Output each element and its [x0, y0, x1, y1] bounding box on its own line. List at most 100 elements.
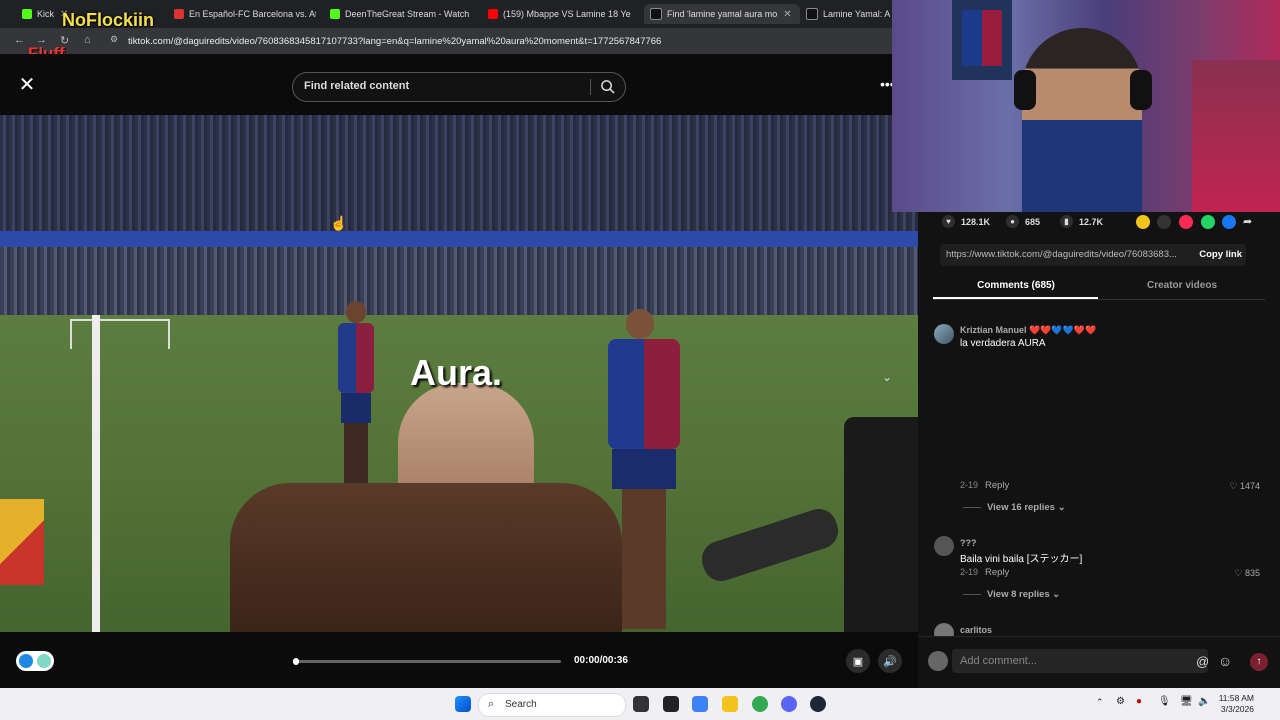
search-icon[interactable]	[600, 79, 615, 99]
tab-label: Lamine Yamal: A Ge	[823, 9, 892, 19]
comment-text: la verdadera AURA	[960, 338, 1046, 349]
brand-text: NoFlockiin	[62, 10, 155, 30]
share-arrow-icon[interactable]: ➦	[1243, 215, 1257, 229]
mouse-cursor-icon: ☝	[330, 215, 348, 231]
time-display: 00:00/00:36	[574, 655, 628, 666]
comment-author[interactable]: Kriztian Manuel ❤️❤️💙💙❤️❤️	[960, 325, 1096, 336]
close-tab-icon[interactable]: ✕	[783, 9, 791, 20]
floating-player-icon[interactable]: ▣	[846, 649, 870, 673]
search-placeholder: Find related content	[304, 80, 410, 92]
bookmark-icon: ▮	[1060, 215, 1073, 228]
share-link-row: https://www.tiktok.com/@daguiredits/vide…	[940, 244, 1246, 266]
headphones-left	[1014, 70, 1036, 110]
steam-icon[interactable]	[810, 696, 826, 712]
tray-app-icon[interactable]: ⚙	[1116, 696, 1125, 707]
view-replies-button[interactable]: View 8 replies ⌄	[963, 589, 1060, 600]
comments-panel: ♥ 128.1K ● 685 ▮ 12.7K ➦ https://www.tik…	[918, 212, 1280, 688]
discord-icon[interactable]	[781, 696, 797, 712]
avatar[interactable]	[934, 536, 954, 556]
home-icon[interactable]: ⌂	[84, 34, 91, 46]
embed-icon[interactable]	[1157, 215, 1171, 229]
mention-icon[interactable]: @	[1196, 654, 1209, 669]
send-icon[interactable]	[1179, 215, 1193, 229]
comment-author[interactable]: carlitos	[960, 625, 992, 635]
ad-board	[0, 231, 918, 247]
back-icon[interactable]: ←	[14, 34, 25, 46]
site-info-icon[interactable]: ⚙	[110, 34, 118, 45]
taskbar-clock[interactable]: 11:58 AM 3/3/2026	[1219, 693, 1254, 715]
autoplay-toggle[interactable]	[16, 651, 54, 671]
corner-flag	[92, 315, 100, 632]
task-view-icon[interactable]	[633, 696, 649, 712]
whatsapp-icon[interactable]	[1201, 215, 1215, 229]
file-explorer-icon[interactable]	[722, 696, 738, 712]
toggle-knob-icon	[19, 654, 33, 668]
youtube-favicon-icon	[488, 9, 498, 19]
comment-input[interactable]: Add comment...	[952, 649, 1208, 673]
browser-tab[interactable]: DeenTheGreat Stream - Watch ✕	[330, 4, 472, 24]
like-button[interactable]: ♥ 128.1K	[942, 215, 990, 228]
tab-label: Find 'lamine yamal aura mo	[667, 9, 778, 19]
network-icon[interactable]: 🖥	[1180, 696, 1193, 707]
like-count: 128.1K	[961, 216, 991, 227]
tray-chevron-icon[interactable]: ⌃	[1096, 697, 1104, 708]
copilot-icon[interactable]	[692, 696, 708, 712]
emoji-icon[interactable]: ☺	[1218, 653, 1232, 669]
avatar[interactable]	[934, 324, 954, 344]
app-icon[interactable]	[663, 696, 679, 712]
comment-like-count: 1474	[1239, 481, 1260, 491]
comment-date: 2-19	[960, 480, 979, 490]
share-link[interactable]: https://www.tiktok.com/@daguiredits/vide…	[946, 249, 1190, 260]
windows-start-icon[interactable]	[455, 696, 471, 712]
volume-icon[interactable]: 🔊	[878, 649, 902, 673]
reply-button[interactable]: Reply	[985, 567, 1009, 578]
address-bar: ← → ↻ ⌂ ⚙ tiktok.com/@daguiredits/video/…	[0, 28, 892, 54]
comment-text: Baila vini baila [ステッカー]	[960, 554, 1083, 565]
heart-icon: ♥	[942, 215, 955, 228]
browser-tab[interactable]: En Español-FC Barcelona vs. Atl ✕	[174, 4, 316, 24]
spectator-jacket	[230, 483, 622, 632]
browser-tab[interactable]: Lamine Yamal: A Ge	[806, 4, 892, 24]
view-replies-button[interactable]: View 16 replies ⌄	[963, 502, 1066, 513]
tab-creator-videos[interactable]: Creator videos	[1099, 280, 1265, 291]
webcam-overlay	[892, 0, 1280, 212]
speaker-icon[interactable]: 🔈	[1198, 696, 1210, 707]
goal	[70, 319, 170, 349]
taskbar-search-label: Search	[505, 699, 537, 710]
facebook-icon[interactable]	[1222, 215, 1236, 229]
progress-bar[interactable]	[293, 658, 561, 665]
coin-icon[interactable]	[1136, 215, 1150, 229]
chrome-icon[interactable]	[752, 696, 768, 712]
comment-button[interactable]: ● 685	[1006, 215, 1040, 228]
tray-record-icon[interactable]: ●	[1136, 696, 1142, 707]
comment-count: 685	[1025, 216, 1041, 227]
reply-button[interactable]: Reply	[985, 480, 1009, 491]
microphone-icon[interactable]: 🎙	[1158, 696, 1171, 707]
taskbar-search[interactable]: ⌕ Search	[478, 693, 626, 717]
url-field[interactable]: tiktok.com/@daguiredits/video/7608368345…	[128, 36, 661, 47]
windows-taskbar: ⌕ Search ⌃ ⚙ ● 🎙 🖥 🔈 11:58 AM 3/3/2026	[0, 688, 1280, 720]
progress-handle[interactable]	[293, 658, 299, 665]
post-comment-button[interactable]: ↑	[1250, 653, 1268, 671]
comment-like-count: 835	[1244, 568, 1260, 578]
chevron-down-icon[interactable]: ⌄	[882, 370, 892, 384]
jersey-image	[962, 10, 1002, 66]
copy-link-button[interactable]: Copy link	[1199, 249, 1242, 260]
tab-comments[interactable]: Comments (685)	[933, 280, 1099, 291]
comment-author[interactable]: ???	[960, 538, 977, 548]
browser-tab[interactable]: (159) Mbappe VS Lamine 18 Ye ✕	[488, 4, 636, 24]
save-button[interactable]: ▮ 12.7K	[1060, 215, 1103, 228]
headphones-right	[1130, 70, 1152, 110]
close-button[interactable]: ✕	[16, 74, 38, 96]
comment-like-button[interactable]: ♡ 835	[1220, 568, 1260, 579]
browser-tab-active[interactable]: Find 'lamine yamal aura mo ✕	[644, 4, 800, 24]
toggle-state-icon	[37, 654, 51, 668]
player-controls: 00:00/00:36 ▣ 🔊	[0, 640, 918, 684]
divider	[590, 79, 591, 95]
view-replies-label: View 8 replies	[987, 589, 1050, 600]
flag-foreground	[0, 499, 44, 585]
related-search-input[interactable]: Find related content	[292, 72, 626, 102]
phone-foreground	[844, 417, 918, 632]
tiktok-favicon-icon	[650, 8, 662, 20]
comment-like-button[interactable]: ♡ 1474	[1220, 481, 1260, 492]
